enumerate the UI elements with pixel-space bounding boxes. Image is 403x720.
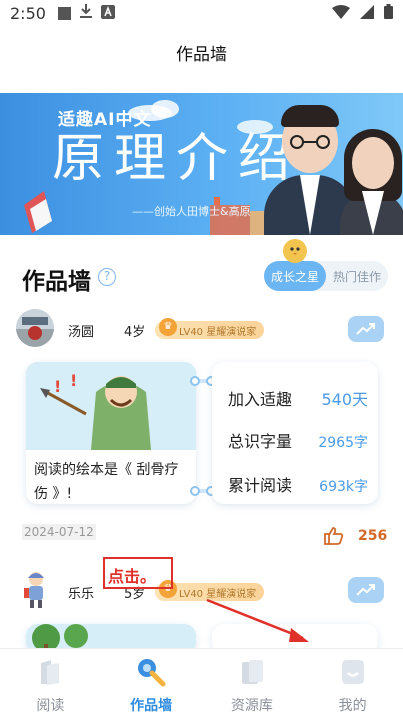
stat-row: 累计阅读 693k字 — [228, 472, 368, 496]
card-connector-dot — [190, 376, 200, 386]
profile-icon — [338, 657, 368, 687]
stat-value: 2965字 — [318, 435, 368, 451]
section-title: 作品墙 — [22, 269, 91, 295]
thumbs-up-icon[interactable] — [324, 527, 344, 549]
status-time: 2:50 — [10, 3, 46, 23]
user-name: 汤圆 — [68, 325, 95, 340]
stat-row: 加入适趣 540天 — [228, 386, 368, 410]
stat-label: 累计阅读 — [228, 476, 293, 495]
level-badge-text: LV40 星耀演说家 — [179, 326, 257, 338]
avatar[interactable] — [20, 570, 52, 610]
user-age: 4岁 — [124, 325, 146, 340]
banner-subtitle: ——创始人田博士&高原 — [132, 205, 251, 218]
like-count: 256 — [358, 528, 388, 544]
banner-brand: 适趣AI中文 — [58, 110, 152, 130]
nav-item-mine[interactable]: 我的 — [302, 649, 403, 720]
card-connector-dot — [190, 486, 200, 496]
bottom-nav: 阅读 作品墙 资源库 我的 — [0, 648, 403, 720]
tab-hot-works[interactable]: 热门佳作 — [326, 261, 388, 291]
wifi-icon — [332, 4, 350, 23]
promo-banner[interactable]: 适趣AI中文 原理介绍 ——创始人田博士&高原 — [0, 93, 403, 235]
annotation-arrow — [206, 598, 309, 642]
notification-square-icon — [57, 6, 71, 20]
library-icon — [237, 657, 267, 687]
nav-item-resource-library[interactable]: 资源库 — [202, 649, 303, 720]
presenter-woman-image — [340, 129, 403, 235]
user-name: 乐乐 — [68, 587, 95, 602]
avatar[interactable] — [16, 309, 54, 347]
stat-value: 540天 — [321, 390, 368, 409]
paint-brush-icon — [136, 657, 166, 687]
level-badge: ♛ LV40 星耀演说家 — [155, 318, 265, 339]
post-date: 2024-07-12 — [22, 524, 96, 540]
download-icon — [79, 3, 93, 23]
stat-label: 加入适趣 — [228, 390, 293, 409]
font-app-icon — [100, 4, 115, 23]
ranking-toggle[interactable]: 成长之星 热门佳作 — [264, 261, 388, 291]
nav-label: 作品墙 — [130, 698, 173, 714]
book-icon — [35, 657, 65, 687]
status-bar: 2:50 — [0, 0, 403, 26]
banner-title: 原理介绍 — [52, 129, 301, 189]
stat-label: 总识字量 — [228, 432, 293, 451]
nav-label: 我的 — [338, 698, 367, 714]
help-icon[interactable]: ? — [98, 268, 116, 286]
chick-mascot-icon — [283, 239, 307, 263]
annotation-text: 点击。 — [108, 567, 157, 586]
nav-label: 资源库 — [230, 698, 273, 714]
trend-up-icon — [356, 323, 375, 335]
crown-icon: ♛ — [159, 318, 177, 336]
artwork-caption: 阅读的绘本是《 刮骨疗伤 》! — [34, 462, 179, 502]
page-title: 作品墙 — [176, 44, 227, 65]
tab-growth-star[interactable]: 成长之星 — [264, 261, 326, 291]
trend-up-icon — [356, 584, 375, 596]
artwork-image: ! ! — [26, 362, 196, 450]
stat-value: 693k字 — [319, 479, 368, 495]
share-button[interactable] — [348, 316, 384, 342]
svg-text:!: ! — [70, 371, 77, 390]
svg-text:!: ! — [54, 377, 61, 396]
nav-label: 阅读 — [36, 698, 65, 714]
stats-card: 加入适趣 540天 总识字量 2965字 累计阅读 693k字 — [212, 362, 378, 504]
nav-item-read[interactable]: 阅读 — [0, 649, 101, 720]
signal-icon — [360, 4, 374, 23]
artwork-card[interactable]: ! ! 阅读的绘本是《 刮骨疗伤 》! — [26, 362, 196, 504]
nav-item-works-wall[interactable]: 作品墙 — [101, 649, 202, 720]
share-button[interactable] — [348, 577, 384, 603]
battery-icon — [384, 3, 393, 23]
stat-row: 总识字量 2965字 — [228, 428, 368, 452]
